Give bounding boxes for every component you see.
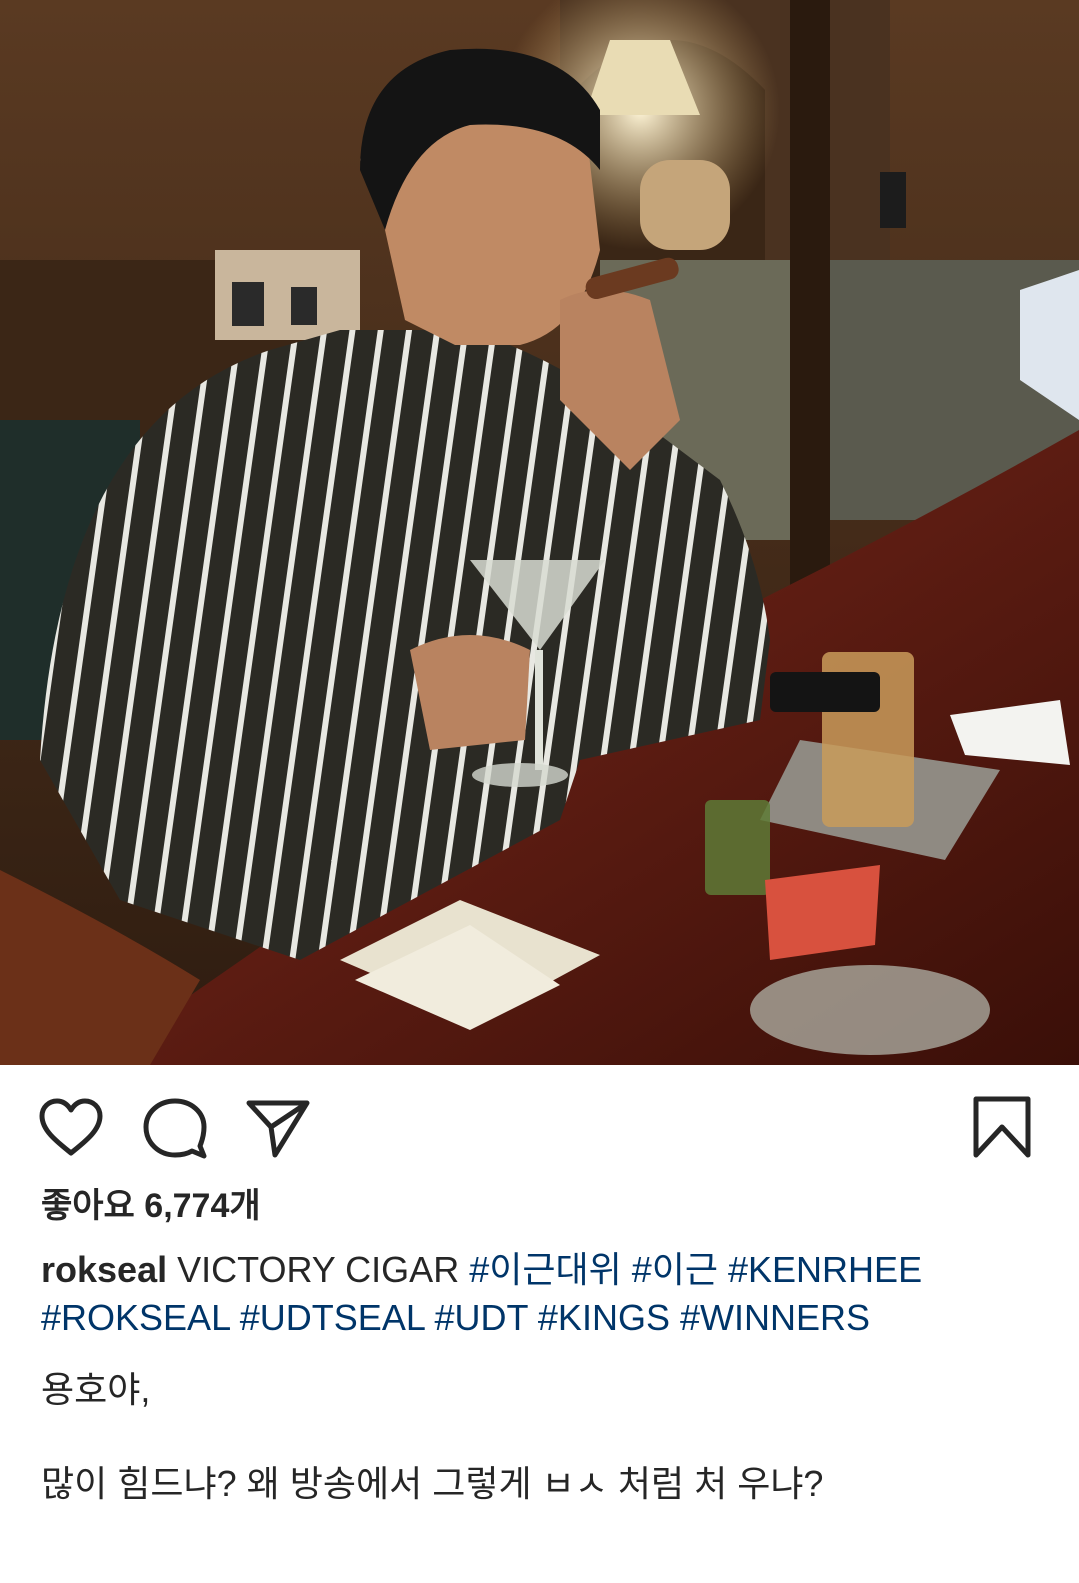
save-button[interactable] <box>972 1095 1032 1159</box>
caption-username[interactable]: rokseal <box>41 1249 167 1290</box>
comment-icon <box>143 1098 207 1159</box>
hashtag[interactable]: #WINNERS <box>680 1297 870 1338</box>
hashtag[interactable]: #UDT <box>435 1297 528 1338</box>
post-action-bar <box>0 1065 1079 1185</box>
hashtag[interactable]: #UDTSEAL <box>240 1297 425 1338</box>
hashtag[interactable]: #이근 <box>632 1249 718 1290</box>
post-photo[interactable] <box>0 0 1079 1065</box>
send-icon <box>246 1100 310 1158</box>
share-button[interactable] <box>245 1097 311 1159</box>
bookmark-icon <box>973 1096 1031 1158</box>
caption-line: 용호야, <box>41 1369 151 1410</box>
caption-line: 많이 힘드냐? 왜 방송에서 그렇게 ㅂㅅ 처럼 처 우냐? <box>41 1463 824 1504</box>
hashtag[interactable]: #KINGS <box>538 1297 670 1338</box>
post-caption: rokseal VICTORY CIGAR #이근대위 #이근 #KENRHEE… <box>41 1246 1041 1342</box>
like-button[interactable] <box>38 1097 104 1157</box>
comment-button[interactable] <box>142 1097 208 1159</box>
heart-icon <box>39 1098 103 1156</box>
hashtag[interactable]: #ROKSEAL <box>41 1297 230 1338</box>
caption-text: VICTORY CIGAR <box>177 1249 460 1290</box>
hashtag[interactable]: #이근대위 <box>469 1249 622 1290</box>
hashtag[interactable]: #KENRHEE <box>728 1249 922 1290</box>
likes-count[interactable]: 좋아요 6,774개 <box>41 1178 261 1227</box>
